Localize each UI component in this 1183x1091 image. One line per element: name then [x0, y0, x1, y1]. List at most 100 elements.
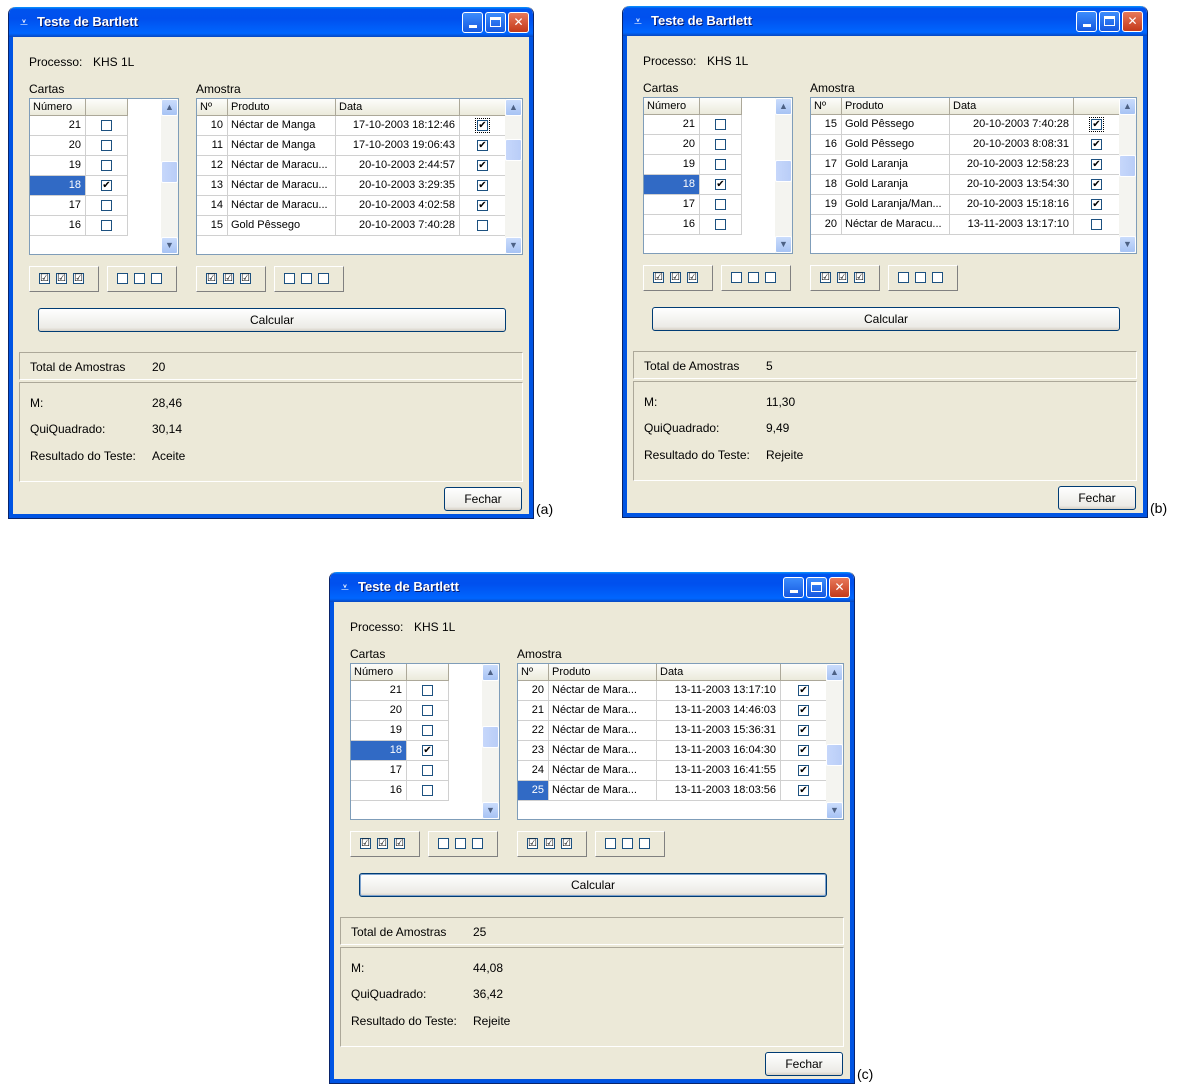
scroll-down-button[interactable]: ▼: [482, 802, 499, 819]
check-on-icon[interactable]: ✔: [475, 118, 490, 133]
col-numero[interactable]: Número: [351, 664, 407, 681]
check-on-icon[interactable]: ✔: [1091, 139, 1102, 150]
check-off-icon[interactable]: [422, 685, 433, 696]
scroll-up-button[interactable]: ▲: [161, 99, 178, 116]
check-on-icon[interactable]: ✔: [798, 745, 809, 756]
calcular-button[interactable]: Calcular: [652, 307, 1120, 331]
maximize-button[interactable]: [1099, 11, 1120, 32]
check-on-icon[interactable]: ✔: [1089, 117, 1104, 132]
check-off-icon[interactable]: [101, 160, 112, 171]
minimize-button[interactable]: [462, 12, 483, 33]
close-button[interactable]: ✕: [1122, 11, 1143, 32]
fechar-button[interactable]: Fechar: [765, 1052, 843, 1076]
check-on-icon[interactable]: ✔: [798, 725, 809, 736]
fechar-button[interactable]: Fechar: [1058, 486, 1136, 510]
scroll-thumb[interactable]: [505, 139, 522, 161]
scroll-up-button[interactable]: ▲: [505, 99, 522, 116]
col-check[interactable]: [1074, 98, 1120, 115]
check-on-icon[interactable]: ✔: [798, 785, 809, 796]
amostra-scrollbar[interactable]: ▲ ▼: [505, 99, 522, 254]
check-all-cartas-button[interactable]: ☑ ☑ ☑: [643, 265, 713, 291]
scroll-down-button[interactable]: ▼: [1119, 236, 1136, 253]
col-check[interactable]: [460, 99, 506, 116]
close-button[interactable]: ✕: [829, 577, 850, 598]
check-all-cartas-button[interactable]: ☑ ☑ ☑: [350, 831, 420, 857]
check-on-icon[interactable]: ✔: [477, 160, 488, 171]
scroll-down-button[interactable]: ▼: [505, 237, 522, 254]
col-check[interactable]: [86, 99, 128, 116]
check-on-icon[interactable]: ✔: [477, 200, 488, 211]
check-off-icon[interactable]: [715, 219, 726, 230]
col-produto[interactable]: Produto: [842, 98, 950, 115]
scroll-thumb[interactable]: [161, 161, 178, 183]
check-off-icon[interactable]: [715, 139, 726, 150]
uncheck-all-amostra-button[interactable]: [274, 266, 344, 292]
check-off-icon[interactable]: [1091, 219, 1102, 230]
scroll-up-button[interactable]: ▲: [775, 98, 792, 115]
check-off-icon[interactable]: [422, 785, 433, 796]
scroll-down-button[interactable]: ▼: [161, 237, 178, 254]
check-all-cartas-button[interactable]: ☑ ☑ ☑: [29, 266, 99, 292]
title-bar[interactable]: ⩡ Teste de Bartlett ✕: [9, 7, 533, 37]
check-all-amostra-button[interactable]: ☑ ☑ ☑: [517, 831, 587, 857]
check-off-icon[interactable]: [422, 725, 433, 736]
amostra-list[interactable]: Nº Produto Data 20 Néctar de Mara... 13-11…: [517, 663, 844, 820]
check-on-icon[interactable]: ✔: [798, 765, 809, 776]
col-data[interactable]: Data: [336, 99, 460, 116]
check-on-icon[interactable]: ✔: [101, 180, 112, 191]
check-on-icon[interactable]: ✔: [798, 705, 809, 716]
col-data[interactable]: Data: [657, 664, 781, 681]
col-check[interactable]: [700, 98, 742, 115]
check-off-icon[interactable]: [715, 119, 726, 130]
check-on-icon[interactable]: ✔: [1091, 179, 1102, 190]
check-off-icon[interactable]: [715, 199, 726, 210]
minimize-button[interactable]: [1076, 11, 1097, 32]
uncheck-all-cartas-button[interactable]: [721, 265, 791, 291]
uncheck-all-amostra-button[interactable]: [595, 831, 665, 857]
uncheck-all-cartas-button[interactable]: [428, 831, 498, 857]
minimize-button[interactable]: [783, 577, 804, 598]
scroll-thumb[interactable]: [1119, 155, 1136, 177]
fechar-button[interactable]: Fechar: [444, 487, 522, 511]
col-n[interactable]: Nº: [811, 98, 842, 115]
check-off-icon[interactable]: [715, 159, 726, 170]
check-on-icon[interactable]: ✔: [1091, 159, 1102, 170]
uncheck-all-amostra-button[interactable]: [888, 265, 958, 291]
maximize-button[interactable]: [485, 12, 506, 33]
calcular-button[interactable]: Calcular: [38, 308, 506, 332]
uncheck-all-cartas-button[interactable]: [107, 266, 177, 292]
check-on-icon[interactable]: ✔: [422, 745, 433, 756]
scroll-thumb[interactable]: [826, 744, 843, 766]
check-off-icon[interactable]: [101, 200, 112, 211]
cartas-scrollbar[interactable]: ▲ ▼: [482, 664, 499, 819]
check-off-icon[interactable]: [422, 765, 433, 776]
check-off-icon[interactable]: [422, 705, 433, 716]
col-numero[interactable]: Número: [644, 98, 700, 115]
col-data[interactable]: Data: [950, 98, 1074, 115]
scroll-up-button[interactable]: ▲: [826, 664, 843, 681]
col-check[interactable]: [781, 664, 827, 681]
check-all-amostra-button[interactable]: ☑ ☑ ☑: [810, 265, 880, 291]
col-produto[interactable]: Produto: [549, 664, 657, 681]
scroll-thumb[interactable]: [775, 160, 792, 182]
check-on-icon[interactable]: ✔: [1091, 199, 1102, 210]
check-off-icon[interactable]: [101, 120, 112, 131]
col-n[interactable]: Nº: [518, 664, 549, 681]
check-on-icon[interactable]: ✔: [477, 140, 488, 151]
scroll-up-button[interactable]: ▲: [1119, 98, 1136, 115]
check-on-icon[interactable]: ✔: [715, 179, 726, 190]
check-off-icon[interactable]: [101, 220, 112, 231]
scroll-up-button[interactable]: ▲: [482, 664, 499, 681]
col-check[interactable]: [407, 664, 449, 681]
check-on-icon[interactable]: ✔: [477, 180, 488, 191]
amostra-scrollbar[interactable]: ▲ ▼: [826, 664, 843, 819]
maximize-button[interactable]: [806, 577, 827, 598]
scroll-down-button[interactable]: ▼: [826, 802, 843, 819]
title-bar[interactable]: ⩡ Teste de Bartlett ✕: [330, 572, 854, 602]
check-off-icon[interactable]: [477, 220, 488, 231]
cartas-list[interactable]: Número 21 20 19 18 ✔ 17 16 ▲ ▼: [643, 97, 793, 254]
scroll-down-button[interactable]: ▼: [775, 236, 792, 253]
col-produto[interactable]: Produto: [228, 99, 336, 116]
calcular-button[interactable]: Calcular: [359, 873, 827, 897]
cartas-list[interactable]: Número 21 20 19 18 ✔ 17 16 ▲ ▼: [29, 98, 179, 255]
